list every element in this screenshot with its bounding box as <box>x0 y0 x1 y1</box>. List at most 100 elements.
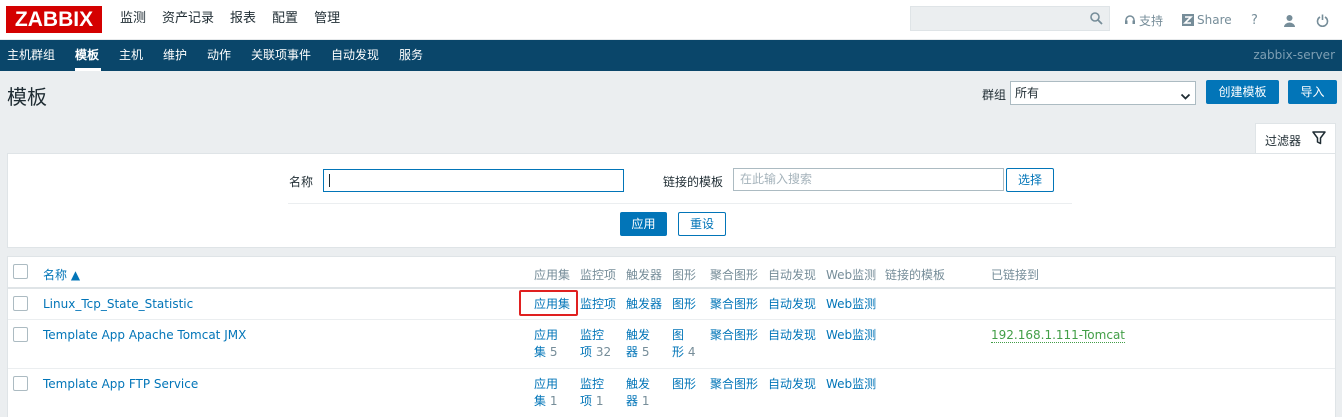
text-caret <box>329 174 330 187</box>
triggers-link[interactable]: 触发器 5 <box>626 327 650 361</box>
sign-out-power-icon[interactable] <box>1316 14 1332 27</box>
zabbix-logo[interactable]: ZABBIX <box>6 6 102 33</box>
search-icon[interactable] <box>1090 12 1103 28</box>
web-link[interactable]: Web监测 <box>826 296 876 313</box>
discovery-link[interactable]: 自动发现 <box>768 296 816 313</box>
sub-nav-services[interactable]: 服务 <box>399 40 423 71</box>
share-label: Share <box>1197 13 1232 27</box>
sub-nav-host-groups[interactable]: 主机群组 <box>7 40 55 71</box>
main-nav-administration[interactable]: 管理 <box>306 0 348 40</box>
items-link[interactable]: 监控项 <box>580 296 616 313</box>
graphs-link[interactable]: 图形 <box>672 376 696 393</box>
items-count: 32 <box>595 345 612 359</box>
column-header-linked-to: 已链接到 <box>991 268 1040 282</box>
main-nav-configuration[interactable]: 配置 <box>264 0 306 40</box>
highlight-annotation-box <box>519 290 578 316</box>
share-z-icon <box>1182 14 1194 26</box>
triggers-link[interactable]: 触发器 <box>626 296 662 313</box>
sub-nav-correlation[interactable]: 关联项事件 <box>251 40 311 71</box>
main-nav: 监测 资产记录 报表 配置 管理 <box>112 0 348 40</box>
row-divider <box>8 319 1335 320</box>
row-checkbox[interactable] <box>13 327 28 342</box>
sub-nav-templates[interactable]: 模板 <box>75 40 99 71</box>
applications-count: 5 <box>549 345 558 359</box>
row-checkbox[interactable] <box>13 296 28 311</box>
top-header: ZABBIX 监测 资产记录 报表 配置 管理 支持 Share ? <box>0 0 1342 40</box>
applications-link[interactable]: 应用集 5 <box>534 327 558 361</box>
active-tab-underline <box>75 68 101 71</box>
linked-templates-placeholder: 在此输入搜索 <box>740 172 813 186</box>
triggers-count: 1 <box>641 394 650 408</box>
template-name-link[interactable]: Template App Apache Tomcat JMX <box>43 328 246 342</box>
sub-nav-discovery[interactable]: 自动发现 <box>331 40 379 71</box>
column-header-linked-templates: 链接的模板 <box>885 268 946 282</box>
screens-link[interactable]: 聚合图形 <box>710 296 758 313</box>
filter-divider <box>288 203 1072 204</box>
linked-host-link[interactable]: 192.168.1.111-Tomcat <box>991 328 1125 343</box>
row-divider <box>8 368 1335 369</box>
filter-tab-label: 过滤器 <box>1265 134 1302 148</box>
graphs-count: 4 <box>687 345 696 359</box>
column-header-graphs: 图形 <box>672 268 697 282</box>
group-label: 群组 <box>982 88 1007 102</box>
graphs-link[interactable]: 图形 <box>672 296 696 313</box>
applications-link[interactable]: 应用集 1 <box>534 376 558 410</box>
template-name-link[interactable]: Linux_Tcp_State_Statistic <box>43 297 193 311</box>
group-select-value: 所有 <box>1015 86 1040 100</box>
applications-count: 1 <box>549 394 558 408</box>
items-link[interactable]: 监控项 32 <box>580 327 611 361</box>
template-name-link[interactable]: Template App FTP Service <box>43 377 198 391</box>
column-header-applications: 应用集 <box>534 268 571 282</box>
web-link[interactable]: Web监测 <box>826 327 876 344</box>
sub-nav: 主机群组 模板 主机 维护 动作 关联项事件 自动发现 服务 zabbix-se… <box>0 40 1342 71</box>
funnel-filter-icon <box>1312 131 1326 148</box>
column-header-items: 监控项 <box>580 268 617 282</box>
create-template-button[interactable]: 创建模板 <box>1206 80 1279 104</box>
help-link[interactable]: ? <box>1251 13 1258 28</box>
web-link[interactable]: Web监测 <box>826 376 876 393</box>
screens-link[interactable]: 聚合图形 <box>710 327 758 344</box>
user-profile-icon[interactable] <box>1283 14 1299 27</box>
column-header-name[interactable]: 名称 ▲ <box>43 266 80 283</box>
sub-nav-actions[interactable]: 动作 <box>207 40 231 71</box>
filter-tab[interactable]: 过滤器 <box>1255 123 1336 154</box>
group-select[interactable]: 所有 <box>1010 81 1196 105</box>
server-name: zabbix-server <box>1253 48 1335 62</box>
column-header-triggers: 触发器 <box>626 268 663 282</box>
discovery-link[interactable]: 自动发现 <box>768 327 816 344</box>
main-nav-inventory[interactable]: 资产记录 <box>154 0 222 40</box>
discovery-link[interactable]: 自动发现 <box>768 376 816 393</box>
sub-nav-maintenance[interactable]: 维护 <box>163 40 187 71</box>
reset-button[interactable]: 重设 <box>678 212 726 236</box>
graphs-link[interactable]: 图形 4 <box>672 327 695 361</box>
share-link[interactable]: Share <box>1182 13 1232 27</box>
triggers-count: 5 <box>641 345 650 359</box>
global-search-input[interactable] <box>910 6 1110 31</box>
sub-nav-hosts[interactable]: 主机 <box>119 40 143 71</box>
filter-linked-templates-label: 链接的模板 <box>663 175 724 189</box>
triggers-link[interactable]: 触发器 1 <box>626 376 650 410</box>
select-all-checkbox[interactable] <box>13 264 28 279</box>
column-header-screens: 聚合图形 <box>710 268 759 282</box>
chevron-down-icon <box>1180 87 1191 109</box>
row-checkbox[interactable] <box>13 376 28 391</box>
select-button[interactable]: 选择 <box>1006 168 1054 192</box>
apply-button[interactable]: 应用 <box>620 212 667 236</box>
support-label: 支持 <box>1139 13 1164 28</box>
items-count: 1 <box>595 394 604 408</box>
filter-name-input[interactable] <box>323 169 624 192</box>
filter-panel: 名称 链接的模板 在此输入搜索 选择 应用 重设 <box>7 153 1336 248</box>
page-title: 模板 <box>7 85 47 109</box>
screens-link[interactable]: 聚合图形 <box>710 376 758 393</box>
support-link[interactable]: 支持 <box>1124 12 1163 29</box>
filter-linked-templates-input[interactable]: 在此输入搜索 <box>733 168 1004 191</box>
table-header-divider <box>8 287 1335 289</box>
headset-icon <box>1125 15 1135 24</box>
main-nav-reports[interactable]: 报表 <box>222 0 264 40</box>
items-link[interactable]: 监控项 1 <box>580 376 604 410</box>
filter-name-label: 名称 <box>289 175 314 189</box>
import-button[interactable]: 导入 <box>1288 80 1337 104</box>
main-nav-monitoring[interactable]: 监测 <box>112 0 154 40</box>
column-header-web: Web监测 <box>826 268 877 282</box>
column-header-discovery: 自动发现 <box>768 268 817 282</box>
